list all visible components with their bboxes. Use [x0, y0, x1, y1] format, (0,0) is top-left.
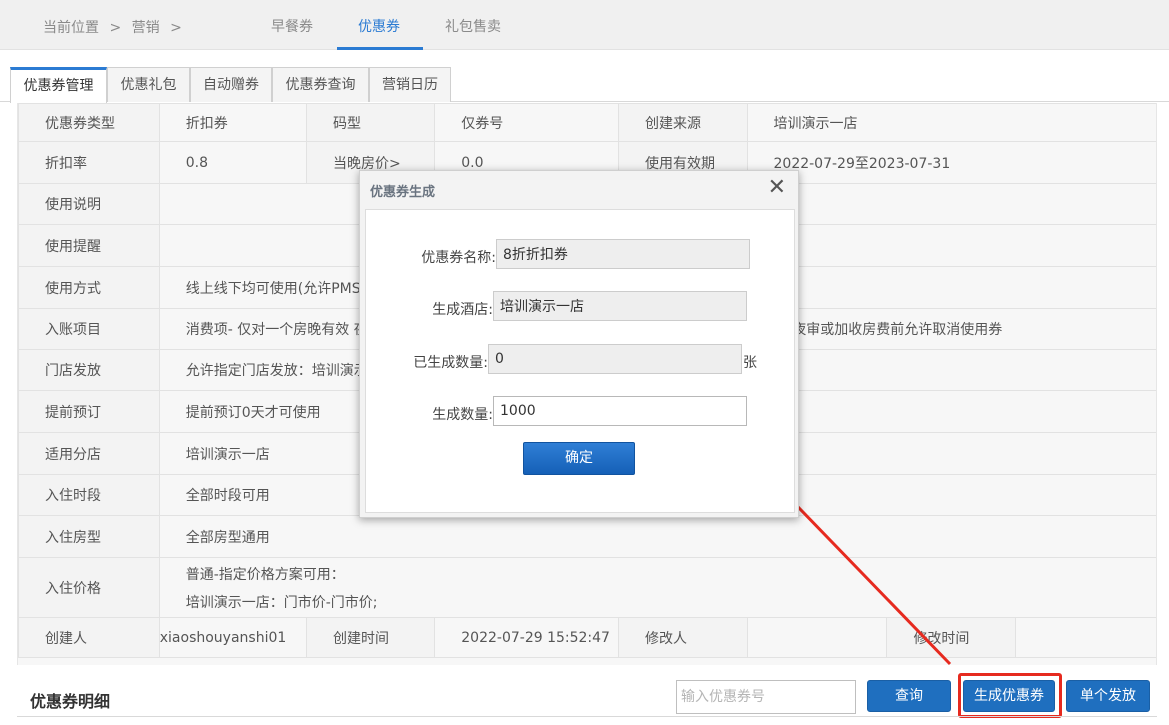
- account-label: 入账项目: [18, 308, 160, 350]
- hotel-field: [493, 291, 747, 321]
- usage-desc-label: 使用说明: [18, 183, 160, 225]
- source-value: 培训演示一店: [746, 103, 1156, 142]
- validity-value: 2022-07-29至2023-07-31: [746, 141, 1156, 184]
- subtab-coupon-query[interactable]: 优惠券查询: [272, 67, 369, 102]
- sub-tab-bar: 优惠券管理 优惠礼包 自动赠券 优惠券查询 营销日历: [0, 50, 1169, 103]
- quantity-input[interactable]: [493, 396, 747, 426]
- price-line-1: 普通-指定价格方案可用：: [185, 566, 345, 583]
- subtab-marketing-calendar[interactable]: 营销日历: [369, 67, 451, 102]
- branch-value-tail: 用: [746, 432, 1156, 475]
- breadcrumb-separator: >: [170, 20, 182, 36]
- creator-label: 创建人: [18, 617, 160, 658]
- usage-mode-label: 使用方式: [18, 266, 160, 309]
- modify-time-label: 修改时间: [886, 617, 1017, 658]
- breadcrumb: 当前位置 > 营销 >: [43, 17, 188, 37]
- table-row: 创建人 xiaoshouyanshi01 创建时间 2022-07-29 15:…: [18, 617, 1156, 658]
- price-value: 普通-指定价格方案可用： 培训演示一店：门市价-门市价;: [158, 557, 1156, 618]
- create-time-label: 创建时间: [306, 617, 436, 658]
- source-label: 创建来源: [617, 103, 748, 142]
- create-time-value: 2022-07-29 15:52:47: [434, 617, 619, 658]
- section-divider: [17, 716, 1157, 717]
- table-row: 入住价格 普通-指定价格方案可用： 培训演示一店：门市价-门市价;: [18, 557, 1156, 618]
- modifier-value: [746, 617, 888, 658]
- subtab-auto-gift[interactable]: 自动赠券: [190, 67, 272, 102]
- coupon-type-value: 折扣券: [158, 103, 308, 142]
- breadcrumb-marketing[interactable]: 营销: [132, 20, 160, 36]
- subtab-coupon-management[interactable]: 优惠券管理: [10, 67, 107, 103]
- code-type-value: 仅券号: [434, 103, 619, 142]
- generated-count-label: 已生成数量:: [413, 355, 488, 371]
- tab-breakfast-coupon[interactable]: 早餐券: [271, 16, 313, 36]
- code-type-label: 码型: [306, 103, 436, 142]
- period-label: 入住时段: [18, 474, 160, 516]
- creator-value: xiaoshouyanshi01: [158, 617, 308, 658]
- modifier-label: 修改人: [617, 617, 748, 658]
- close-icon[interactable]: ✕: [768, 177, 786, 199]
- table-row: 入住房型 全部房型通用: [18, 515, 1156, 558]
- dialog-title: 优惠券生成: [370, 185, 436, 200]
- account-value-tail: 退回;夜审或加收房费前允许取消使用券: [746, 308, 1156, 350]
- coupon-generate-dialog: 优惠券生成 ✕ 优惠券名称: 生成酒店: 已生成数量: 张 生成数量: 确定: [359, 170, 799, 518]
- usage-mode-value-tail: 用: [746, 266, 1156, 309]
- breadcrumb-separator: >: [109, 20, 122, 36]
- usage-tip-label: 使用提醒: [18, 224, 160, 267]
- room-type-label: 入住房型: [18, 515, 160, 558]
- query-button[interactable]: 查询: [867, 680, 951, 712]
- coupon-details-title: 优惠券明细: [30, 692, 111, 711]
- top-bar: 当前位置 > 营销 > 早餐券 优惠券 礼包售卖: [0, 0, 1169, 50]
- quantity-label: 生成数量:: [432, 407, 493, 423]
- generated-count-unit: 张: [743, 355, 757, 371]
- highlight-annotation-box: [958, 673, 1062, 718]
- modify-time-value: [1015, 617, 1156, 658]
- branch-label: 适用分店: [18, 432, 160, 475]
- discount-value: 0.8: [158, 141, 308, 184]
- single-issue-button[interactable]: 单个发放: [1066, 680, 1150, 712]
- dialog-body: 优惠券名称: 生成酒店: 已生成数量: 张 生成数量: 确定: [365, 209, 795, 513]
- hotel-label: 生成酒店:: [432, 302, 493, 318]
- generated-count-field: [488, 344, 742, 374]
- coupon-type-label: 优惠券类型: [18, 103, 160, 142]
- advance-label: 提前预订: [18, 390, 160, 433]
- subtab-coupon-package[interactable]: 优惠礼包: [107, 67, 190, 102]
- coupon-name-field: [496, 239, 750, 269]
- coupon-name-label: 优惠券名称:: [421, 250, 496, 266]
- room-type-value: 全部房型通用: [158, 515, 1156, 558]
- confirm-button[interactable]: 确定: [523, 442, 635, 475]
- discount-label: 折扣率: [18, 141, 160, 184]
- breadcrumb-label: 当前位置: [43, 20, 99, 36]
- coupon-number-search-input[interactable]: [676, 680, 856, 714]
- tab-coupon[interactable]: 优惠券: [358, 16, 400, 36]
- table-row: 优惠券类型 折扣券 码型 仅券号 创建来源 培训演示一店: [18, 103, 1156, 142]
- store-issue-label: 门店发放: [18, 349, 160, 391]
- price-label: 入住价格: [18, 557, 160, 618]
- price-line-2: 培训演示一店：门市价-门市价;: [185, 594, 378, 611]
- tab-gift-package-sale[interactable]: 礼包售卖: [445, 16, 501, 36]
